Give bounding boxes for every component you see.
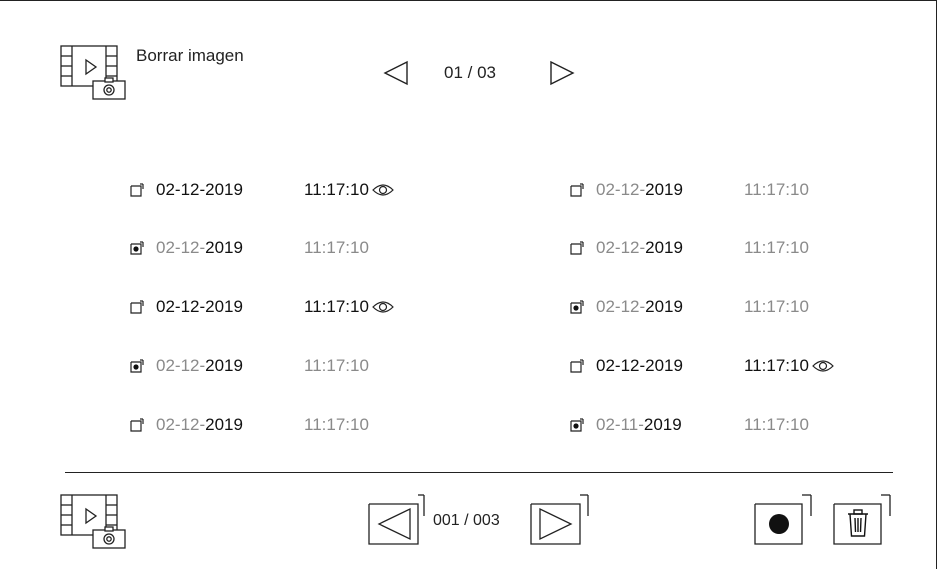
list-item[interactable]: 02-12-2019 11:17:10 (130, 295, 395, 319)
list-item[interactable]: 02-12-2019 11:17:10 (570, 236, 809, 260)
entry-time: 11:17:10 (744, 356, 809, 375)
entry-time: 11:17:10 (304, 356, 369, 375)
triangle-left-icon (377, 507, 411, 541)
page-title: Borrar imagen (136, 46, 244, 65)
entry-date-year: 2019 (205, 297, 243, 316)
entry-date: 02-12-2019 (596, 356, 744, 376)
checkbox-icon[interactable] (570, 241, 584, 255)
checkbox-checked-icon[interactable] (570, 300, 584, 314)
entry-time: 11:17:10 (304, 297, 369, 316)
trash-icon (848, 509, 868, 537)
entry-date-year: 2019 (645, 238, 683, 257)
list-item[interactable]: 02-12-2019 11:17:10 (130, 236, 369, 260)
entry-date: 02-12-2019 (156, 180, 304, 200)
record-dot-icon (769, 514, 789, 534)
entry-time: 11:17:10 (304, 415, 369, 434)
checkbox-checked-icon[interactable] (130, 359, 144, 373)
triangle-left-icon (383, 60, 408, 86)
entry-date-day-month: 02-12- (156, 356, 206, 375)
entry-date: 02-12-2019 (596, 238, 744, 258)
entry-date: 02-12-2019 (596, 297, 744, 317)
footer-divider (65, 472, 893, 473)
entry-date-day-month: 02-12- (156, 238, 206, 257)
checkbox-icon[interactable] (130, 418, 144, 432)
prev-page-button[interactable] (383, 60, 409, 86)
delete-button[interactable] (833, 494, 895, 546)
list-item[interactable]: 02-11-2019 11:17:10 (570, 413, 809, 437)
list-item[interactable]: 02-12-2019 11:17:10 (570, 295, 809, 319)
checkbox-icon[interactable] (570, 359, 584, 373)
entry-date-year: 2019 (205, 238, 243, 257)
entry-date-year: 2019 (645, 180, 683, 199)
checkbox-checked-icon[interactable] (570, 418, 584, 432)
entry-date: 02-12-2019 (156, 238, 304, 258)
entry-date-day-month: 02-12- (156, 415, 206, 434)
entry-time: 11:17:10 (744, 297, 809, 316)
entry-date-year: 2019 (643, 415, 682, 434)
entry-date-year: 2019 (205, 180, 243, 199)
entry-time: 11:17:10 (744, 415, 809, 434)
entry-date: 02-12-2019 (156, 297, 304, 317)
list-item[interactable]: 02-12-2019 11:17:10 (570, 178, 809, 202)
entry-time: 11:17:10 (744, 180, 809, 199)
entry-date-day-month: 02-12- (156, 180, 206, 199)
select-record-button[interactable] (754, 494, 816, 546)
checkbox-icon[interactable] (130, 183, 144, 197)
entry-date: 02-12-2019 (156, 356, 304, 376)
entry-date: 02-11-2019 (596, 415, 744, 435)
eye-icon (812, 360, 834, 372)
gallery-photo-icon (60, 45, 128, 101)
list-item[interactable]: 02-12-2019 11:17:10 (570, 354, 835, 378)
entry-date-year: 2019 (645, 297, 683, 316)
gallery-photo-icon[interactable] (60, 494, 128, 550)
checkbox-icon[interactable] (570, 183, 584, 197)
entry-time: 11:17:10 (304, 238, 369, 257)
footer-next-button[interactable] (530, 494, 594, 546)
checkbox-checked-icon[interactable] (130, 241, 144, 255)
page-indicator: 01 / 03 (444, 63, 496, 82)
screen-frame (0, 0, 937, 569)
entry-date: 02-12-2019 (156, 415, 304, 435)
footer-prev-button[interactable] (368, 494, 428, 546)
list-item[interactable]: 02-12-2019 11:17:10 (130, 178, 395, 202)
triangle-right-icon (550, 60, 575, 86)
entry-date-day-month: 02-12- (596, 297, 646, 316)
entry-date-year: 2019 (645, 356, 683, 375)
eye-icon (372, 301, 394, 313)
list-item[interactable]: 02-12-2019 11:17:10 (130, 413, 369, 437)
next-page-button[interactable] (549, 60, 575, 86)
entry-date-day-month: 02-11- (596, 415, 644, 434)
entry-date-day-month: 02-12- (156, 297, 206, 316)
entry-date-day-month: 02-12- (596, 356, 646, 375)
entry-date: 02-12-2019 (596, 180, 744, 200)
triangle-right-icon (539, 507, 573, 541)
entry-date-year: 2019 (205, 415, 243, 434)
entry-date-day-month: 02-12- (596, 180, 646, 199)
eye-icon (372, 184, 394, 196)
entry-time: 11:17:10 (304, 180, 369, 199)
entry-time: 11:17:10 (744, 238, 809, 257)
entry-date-year: 2019 (205, 356, 243, 375)
checkbox-icon[interactable] (130, 300, 144, 314)
footer-counter: 001 / 003 (433, 512, 500, 529)
list-item[interactable]: 02-12-2019 11:17:10 (130, 354, 369, 378)
entry-date-day-month: 02-12- (596, 238, 646, 257)
